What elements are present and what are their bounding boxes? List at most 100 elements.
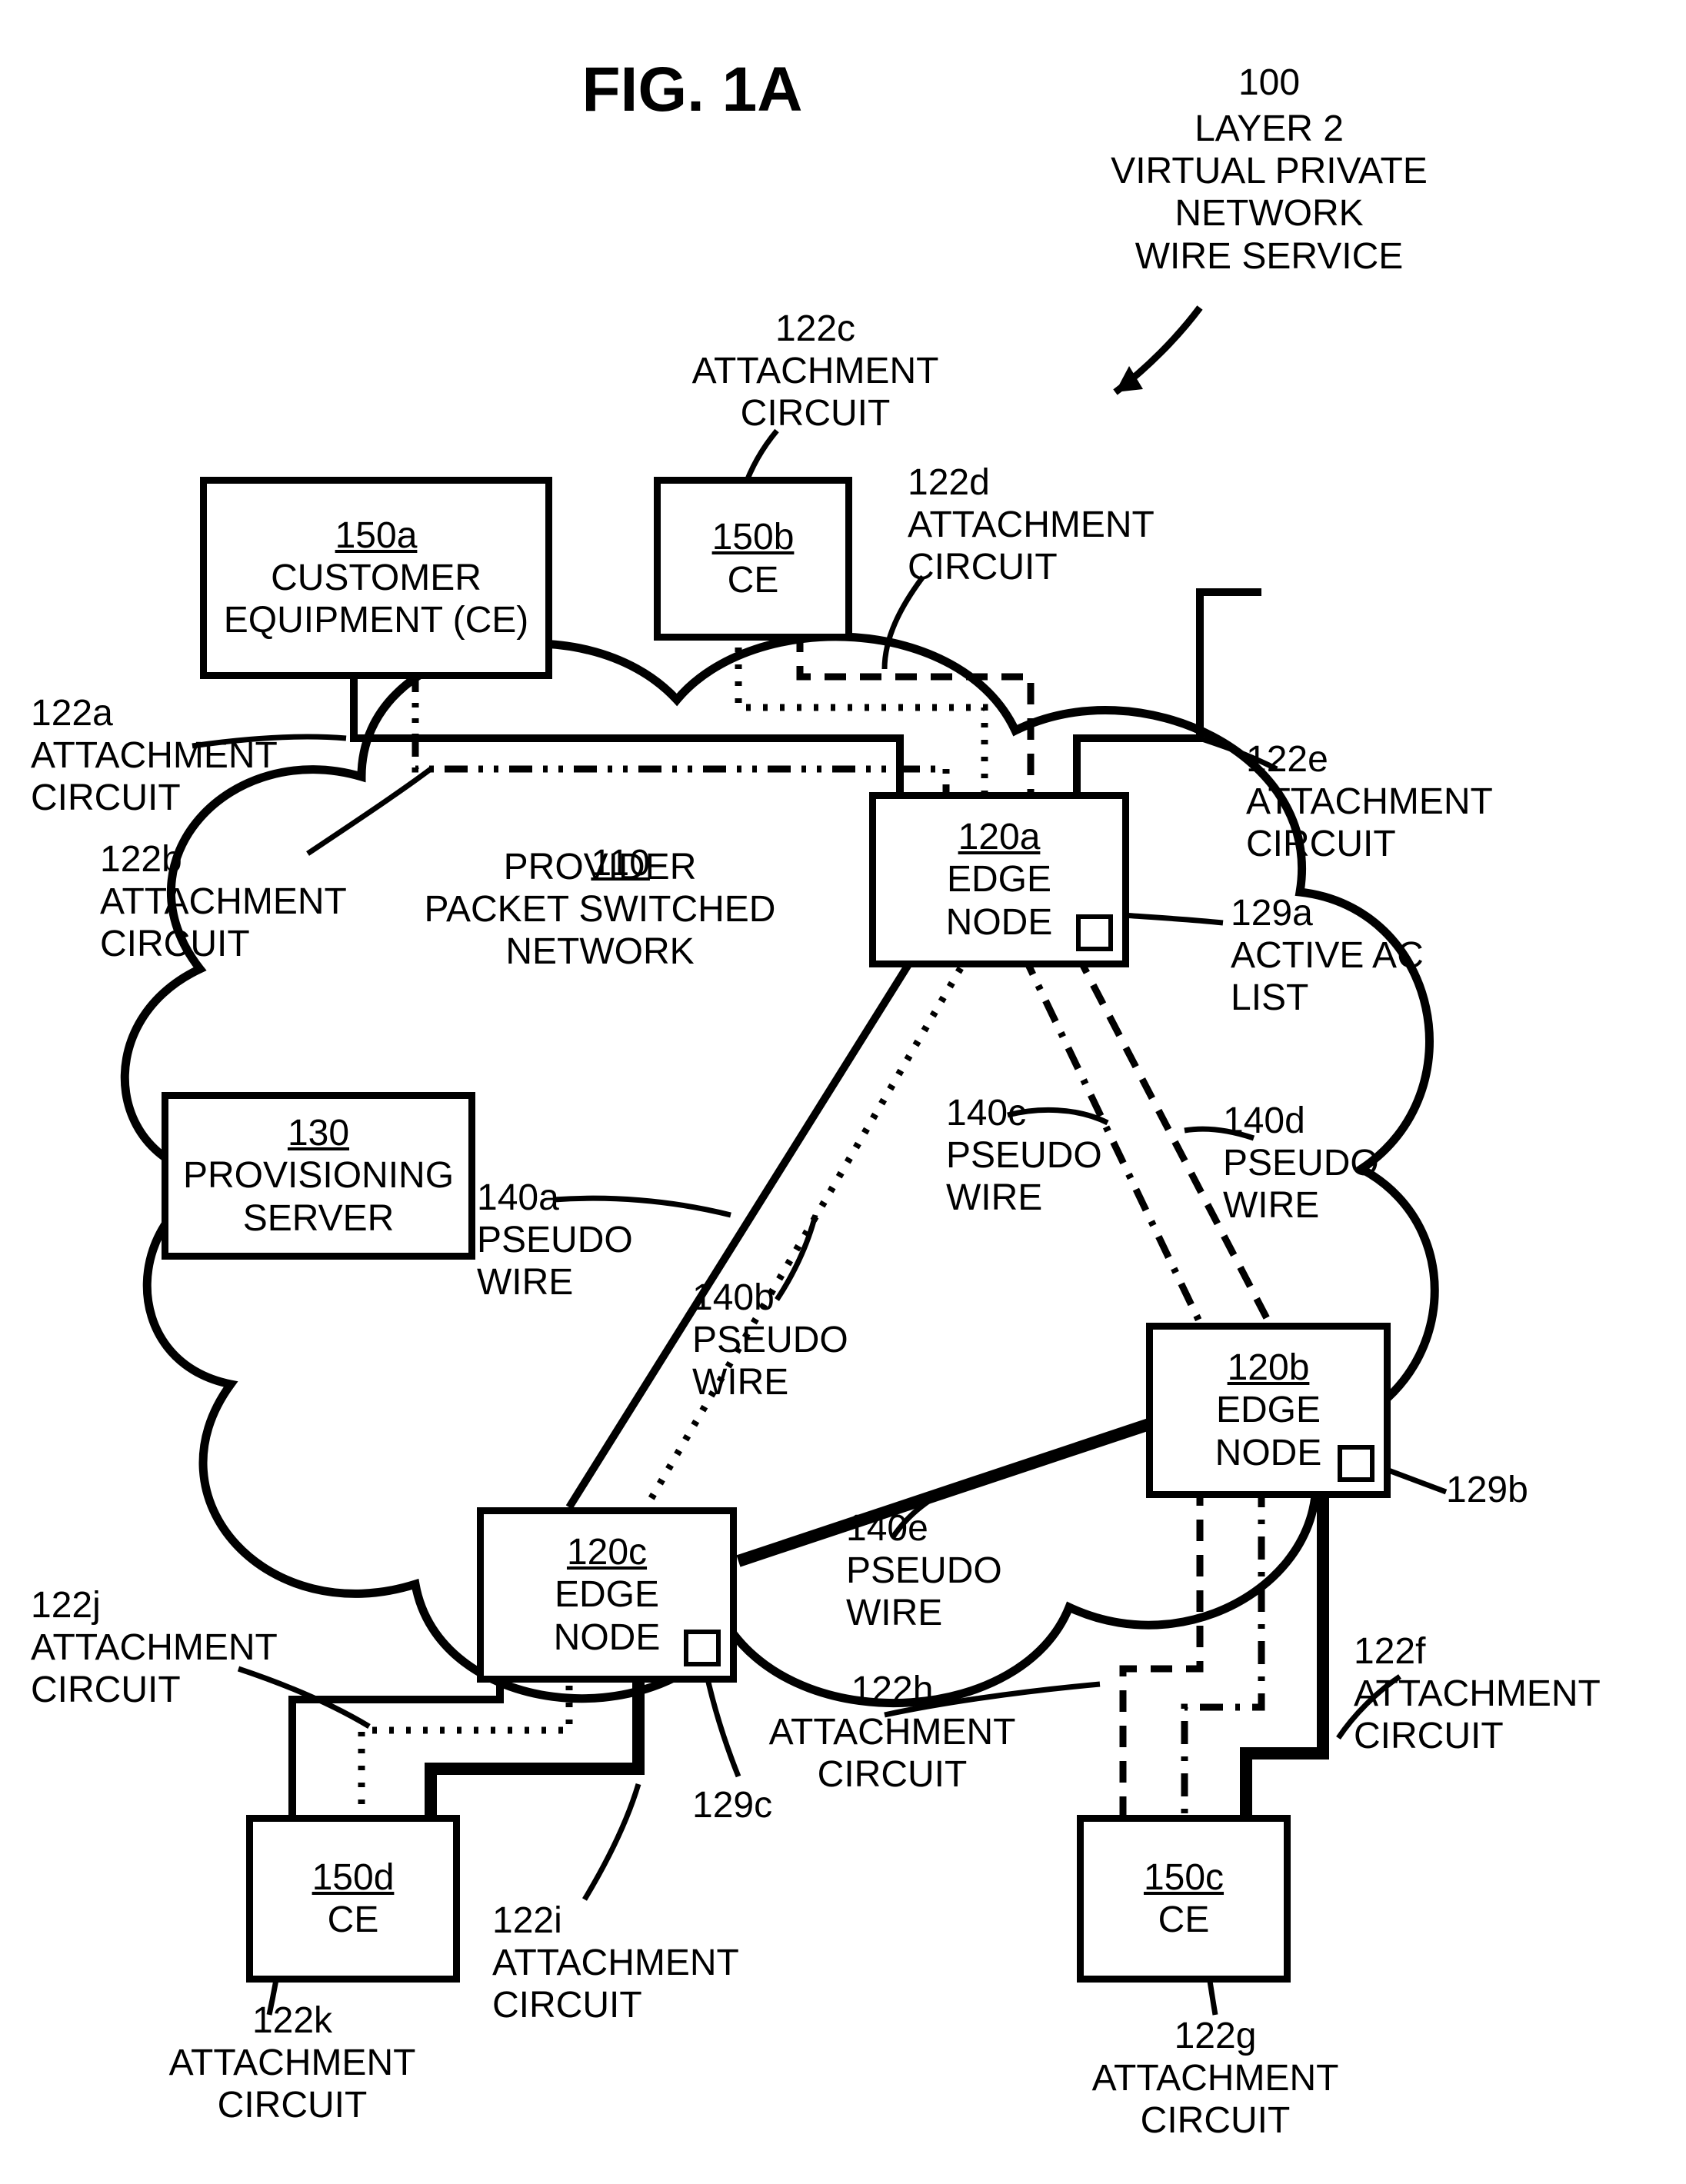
id-122h: 122h xyxy=(851,1670,934,1710)
lbl-122d: 122d ATTACHMENT CIRCUIT xyxy=(908,461,1200,589)
id-140a: 140a xyxy=(477,1177,559,1218)
lbl-122e: 122e ATTACHMENT CIRCUIT xyxy=(1246,738,1538,866)
ce-150a-label: CUSTOMER EQUIPMENT (CE) xyxy=(224,557,528,641)
leader-129a xyxy=(1123,915,1223,923)
ac-122c xyxy=(738,631,985,792)
cloud-110-label: PROVIDER PACKET SWITCHED NETWORK xyxy=(369,846,831,974)
edge-120a-label: EDGE NODE xyxy=(946,858,1053,943)
aclist-129c-box xyxy=(684,1630,721,1666)
edge-120c-label: EDGE NODE xyxy=(554,1573,661,1658)
txt-122j: ATTACHMENT CIRCUIT xyxy=(31,1627,278,1710)
edge-120c-id: 120c xyxy=(567,1531,647,1573)
id-122e: 122e xyxy=(1246,739,1328,780)
ac-122g xyxy=(1185,1484,1261,1815)
ce-150d-id: 150d xyxy=(312,1856,395,1899)
ce-150d: 150d CE xyxy=(246,1815,460,1983)
edge-120b-label: EDGE NODE xyxy=(1215,1389,1322,1473)
id-122f: 122f xyxy=(1354,1631,1425,1672)
lbl-122j: 122j ATTACHMENT CIRCUIT xyxy=(31,1584,338,1712)
txt-140a: PSEUDO WIRE xyxy=(477,1220,633,1303)
id-140d: 140d xyxy=(1223,1100,1305,1141)
lbl-140e: 140e PSEUDO WIRE xyxy=(846,1507,1046,1635)
txt-122h: ATTACHMENT CIRCUIT xyxy=(769,1712,1016,1795)
pw-140b xyxy=(646,954,969,1507)
lbl-129c: 129c xyxy=(692,1784,846,1826)
id-140e: 140e xyxy=(846,1508,928,1549)
id-122a: 122a xyxy=(31,693,113,734)
prov-130-id: 130 xyxy=(288,1112,349,1154)
ce-150a-id: 150a xyxy=(335,514,418,557)
txt-129a: ACTIVE AC LIST xyxy=(1231,935,1424,1018)
ac-122i xyxy=(431,1669,638,1815)
lbl-122g: 122g ATTACHMENT CIRCUIT xyxy=(1061,2015,1369,2142)
txt-122k: ATTACHMENT CIRCUIT xyxy=(169,2043,416,2126)
lbl-122b: 122b ATTACHMENT CIRCUIT xyxy=(100,838,377,966)
aclist-129b-box xyxy=(1338,1445,1374,1482)
edge-120a-id: 120a xyxy=(958,816,1041,858)
lbl-140c: 140c PSEUDO WIRE xyxy=(946,1092,1146,1220)
ac-122b xyxy=(415,669,946,792)
aclist-129a-box xyxy=(1076,914,1113,951)
ac-122j xyxy=(362,1669,569,1815)
ce-150b-label: CE xyxy=(728,559,779,601)
id-122k: 122k xyxy=(252,2000,332,2041)
id-122g: 122g xyxy=(1175,2016,1257,2056)
id-129c: 129c xyxy=(692,1785,772,1826)
ce-150c-id: 150c xyxy=(1144,1856,1224,1899)
prov-130-label: PROVISIONING SERVER xyxy=(183,1154,454,1239)
txt-122c: ATTACHMENT CIRCUIT xyxy=(692,351,939,434)
edge-120c: 120c EDGE NODE xyxy=(477,1507,737,1683)
overall-arrow xyxy=(1115,308,1200,392)
lbl-129a: 129a ACTIVE AC LIST xyxy=(1231,892,1508,1020)
ce-150c: 150c CE xyxy=(1077,1815,1291,1983)
overall-label: LAYER 2 VIRTUAL PRIVATE NETWORK WIRE SER… xyxy=(1054,108,1484,278)
id-122j: 122j xyxy=(31,1585,101,1626)
edge-120a: 120a EDGE NODE xyxy=(869,792,1129,967)
arrow-head-icon xyxy=(1115,366,1143,392)
txt-122a: ATTACHMENT CIRCUIT xyxy=(31,735,278,818)
ac-122d xyxy=(800,631,1031,792)
lbl-140a: 140a PSEUDO WIRE xyxy=(477,1177,677,1304)
prov-130: 130 PROVISIONING SERVER xyxy=(162,1092,475,1260)
txt-122b: ATTACHMENT CIRCUIT xyxy=(100,881,347,964)
lbl-122i: 122i ATTACHMENT CIRCUIT xyxy=(492,1899,800,2027)
figure-title: FIG. 1A xyxy=(500,54,885,126)
edge-120b-id: 120b xyxy=(1228,1347,1310,1389)
lbl-140b: 140b PSEUDO WIRE xyxy=(692,1277,892,1404)
txt-140e: PSEUDO WIRE xyxy=(846,1550,1002,1633)
lbl-129b: 129b xyxy=(1446,1469,1600,1511)
ce-150b-id: 150b xyxy=(712,516,795,558)
figure-page: FIG. 1A 100 LAYER 2 VIRTUAL PRIVATE NETW… xyxy=(0,0,1686,2184)
txt-122i: ATTACHMENT CIRCUIT xyxy=(492,1943,739,2026)
leader-122d xyxy=(885,577,923,669)
ac-122a xyxy=(354,669,900,792)
txt-122e: ATTACHMENT CIRCUIT xyxy=(1246,781,1493,864)
id-122d: 122d xyxy=(908,462,990,503)
ce-150b: 150b CE xyxy=(654,477,852,641)
stub-122e xyxy=(1200,592,1261,631)
id-140c: 140c xyxy=(946,1093,1026,1134)
txt-122g: ATTACHMENT CIRCUIT xyxy=(1092,2058,1339,2141)
lbl-122k: 122k ATTACHMENT CIRCUIT xyxy=(138,1999,446,2127)
txt-140c: PSEUDO WIRE xyxy=(946,1135,1102,1218)
ac-122f xyxy=(1246,1484,1323,1815)
id-122i: 122i xyxy=(492,1900,562,1941)
leader-122i xyxy=(585,1784,638,1899)
overall-id: 100 xyxy=(1077,62,1461,104)
txt-140b: PSEUDO WIRE xyxy=(692,1320,848,1403)
id-129a: 129a xyxy=(1231,893,1313,934)
id-122c: 122c xyxy=(775,308,855,349)
ac-122e xyxy=(1077,631,1200,792)
txt-140d: PSEUDO WIRE xyxy=(1223,1143,1379,1226)
lbl-122a: 122a ATTACHMENT CIRCUIT xyxy=(31,692,308,820)
ce-150c-label: CE xyxy=(1158,1899,1210,1941)
txt-122f: ATTACHMENT CIRCUIT xyxy=(1354,1673,1601,1756)
id-140b: 140b xyxy=(692,1277,775,1318)
lbl-122f: 122f ATTACHMENT CIRCUIT xyxy=(1354,1630,1646,1758)
lbl-122h: 122h ATTACHMENT CIRCUIT xyxy=(738,1669,1046,1796)
txt-122d: ATTACHMENT CIRCUIT xyxy=(908,504,1155,588)
id-129b: 129b xyxy=(1446,1470,1528,1510)
edge-120b: 120b EDGE NODE xyxy=(1146,1323,1391,1498)
ce-150d-label: CE xyxy=(328,1899,379,1941)
lbl-122c: 122c ATTACHMENT CIRCUIT xyxy=(669,308,961,435)
